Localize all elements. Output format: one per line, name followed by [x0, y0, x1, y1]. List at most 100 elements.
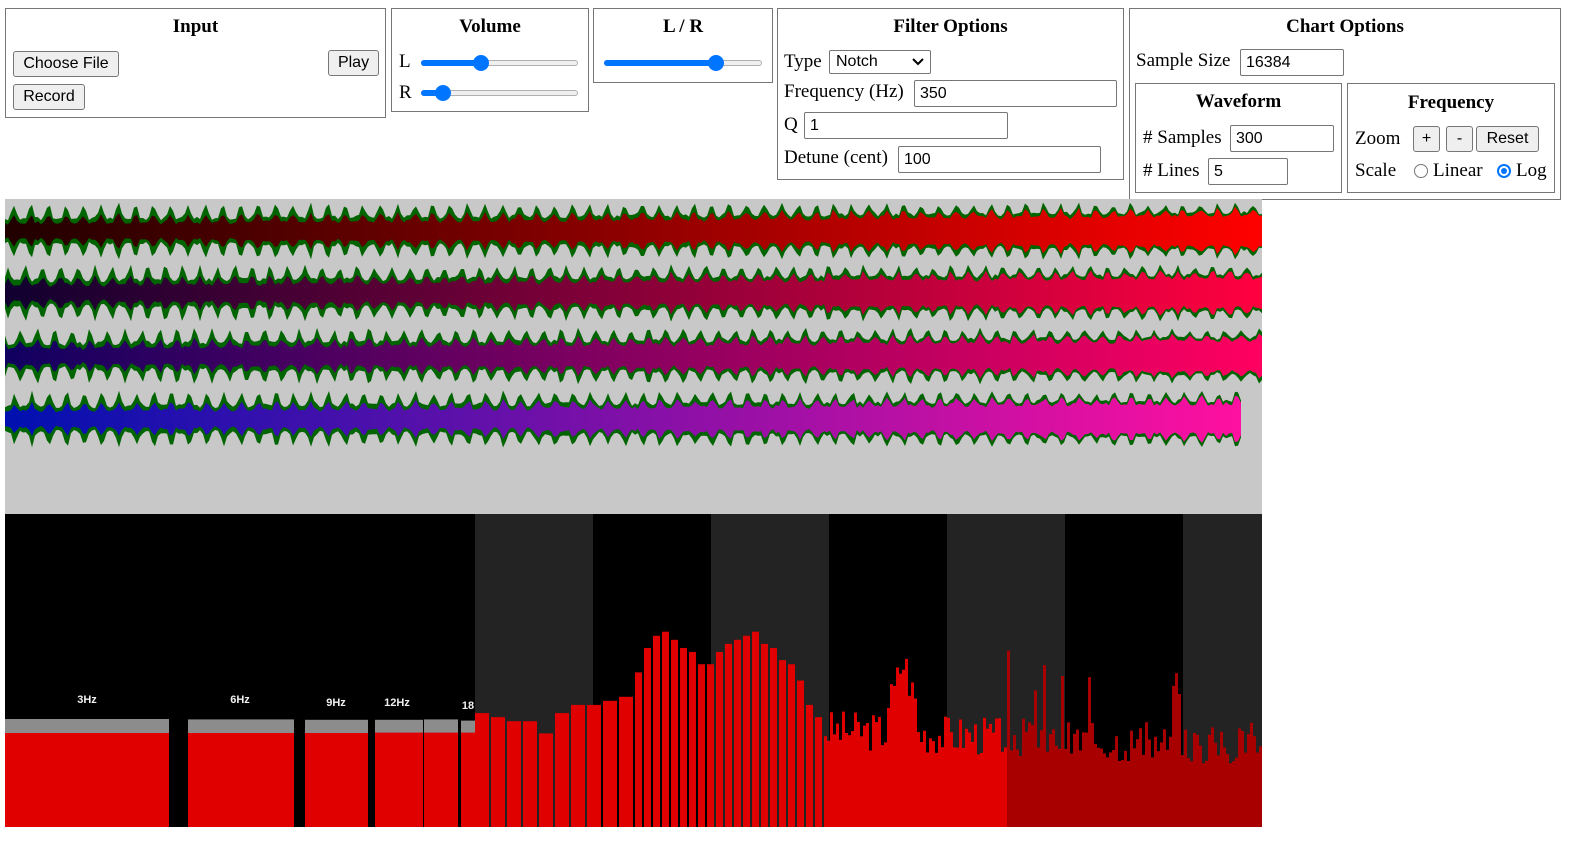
balance-title: L / R [662, 16, 704, 37]
spectrum-bar [926, 752, 929, 827]
spectrum-bar [1157, 751, 1160, 827]
spectrum-bar [1160, 742, 1163, 827]
play-button[interactable]: Play [328, 50, 379, 76]
slider-thumb[interactable] [472, 55, 489, 71]
frequency-marker-label: 18 [461, 700, 475, 712]
volume-left-label: L [399, 51, 411, 72]
zoom-out-button[interactable]: - [1446, 126, 1473, 152]
spectrum-bar [842, 711, 845, 827]
chart-options-panel: Chart Options Sample Size Waveform # Sam… [1129, 8, 1561, 200]
spectrum-bar [1208, 734, 1211, 827]
spectrum-bar [989, 723, 992, 827]
spectrum-bar [899, 673, 902, 827]
spectrum-bar [1115, 736, 1118, 827]
spectrum-bar [917, 732, 920, 827]
balance-slider[interactable] [604, 55, 762, 71]
waveform-options-title: Waveform [1195, 91, 1282, 112]
spectrum-bar [839, 739, 842, 827]
waveform-options-panel: Waveform # Samples # Lines [1135, 83, 1342, 193]
spectrum-bar [662, 631, 669, 827]
slider-thumb[interactable] [434, 85, 451, 101]
frequency-options-title: Frequency [1407, 92, 1495, 113]
frequency-options-panel: Frequency Zoom + - Reset Scale Linear Lo… [1347, 83, 1555, 193]
spectrum-bar [1109, 752, 1112, 827]
volume-left-slider[interactable] [421, 55, 578, 71]
spectrum-bar [539, 733, 553, 827]
scale-linear-radio[interactable] [1414, 164, 1428, 178]
spectrum-bar [1043, 665, 1046, 827]
spectrum-bar [1118, 760, 1121, 827]
spectrum-bar [305, 733, 368, 827]
spectrum-bar [950, 732, 953, 827]
spectrum-bar [1112, 749, 1115, 827]
spectrum-bar [1034, 690, 1037, 827]
spectrum-bar [923, 730, 926, 827]
spectrum-bar [1082, 732, 1085, 827]
spectrum-bar [920, 742, 923, 827]
spectrum-bar [815, 717, 822, 827]
samples-input[interactable] [1230, 125, 1334, 152]
spectrum-bar [908, 695, 911, 827]
spectrum-bar [1124, 750, 1127, 827]
spectrum-bar [1091, 723, 1094, 827]
spectrum-bar [851, 731, 854, 827]
spectrum-bar [1067, 722, 1070, 827]
spectrum-bar [884, 742, 887, 827]
zoom-in-button[interactable]: + [1413, 126, 1440, 152]
spectrum-bar [1076, 729, 1079, 827]
frequency-marker-label: 3Hz [77, 694, 97, 706]
volume-right-label: R [399, 82, 412, 103]
spectrum-bar [698, 664, 705, 827]
spectrum-bar [875, 722, 878, 827]
reset-zoom-button[interactable]: Reset [1476, 126, 1539, 152]
filter-q-input[interactable] [804, 112, 1008, 139]
spectrum-bar [671, 639, 678, 827]
sample-size-input[interactable] [1240, 49, 1344, 76]
filter-frequency-input[interactable] [914, 80, 1117, 107]
spectrum-bar [1028, 722, 1031, 827]
slider-thumb[interactable] [708, 55, 725, 71]
filter-options-title: Filter Options [893, 16, 1008, 37]
spectrum-bar [1163, 729, 1166, 827]
spectrum-bar [1259, 746, 1262, 827]
spectrum-bar [1217, 755, 1220, 827]
spectrum-bar [1241, 730, 1244, 827]
filter-type-select[interactable]: Notch [829, 50, 931, 74]
spectrum-bar [1136, 739, 1139, 827]
spectrum-bar [461, 732, 475, 827]
volume-right-slider[interactable] [421, 85, 578, 101]
spectrum-bar [689, 652, 696, 827]
filter-detune-input[interactable] [898, 146, 1101, 173]
spectrum-bar [863, 725, 866, 827]
spectrum-bar [833, 734, 836, 827]
lines-input[interactable] [1208, 158, 1288, 185]
spectrum-bar [1232, 761, 1235, 827]
spectrum-bar [866, 723, 869, 827]
spectrum-bar [587, 704, 601, 827]
scale-linear-label[interactable]: Linear [1433, 160, 1483, 182]
spectrum-bar [1148, 739, 1151, 827]
spectrum-bar [1046, 751, 1049, 827]
spectrum-bar [1238, 728, 1241, 827]
record-button[interactable]: Record [13, 84, 85, 110]
spectrum-peak [5, 719, 169, 733]
spectrum-bar [1187, 758, 1190, 827]
spectrum-bar [941, 747, 944, 827]
spectrum-bar [1010, 750, 1013, 827]
scale-log-radio[interactable] [1497, 164, 1511, 178]
spectrum-bar [1103, 753, 1106, 827]
spectrum-bar [1211, 727, 1214, 827]
spectrum-bar [887, 707, 890, 827]
spectrum-bar [707, 664, 714, 827]
spectrum-bar [619, 696, 633, 827]
spectrum-bar [965, 728, 968, 827]
waveform-chart [5, 199, 1262, 514]
frequency-marker-label: 9Hz [326, 697, 346, 709]
spectrum-bar [1244, 752, 1247, 827]
spectrum-bar [932, 741, 935, 827]
spectrum-bar [375, 732, 423, 827]
scale-log-label[interactable]: Log [1516, 160, 1547, 182]
choose-file-button[interactable]: Choose File [13, 51, 119, 77]
spectrum-bar [1061, 676, 1064, 827]
spectrum-peak [305, 719, 368, 734]
